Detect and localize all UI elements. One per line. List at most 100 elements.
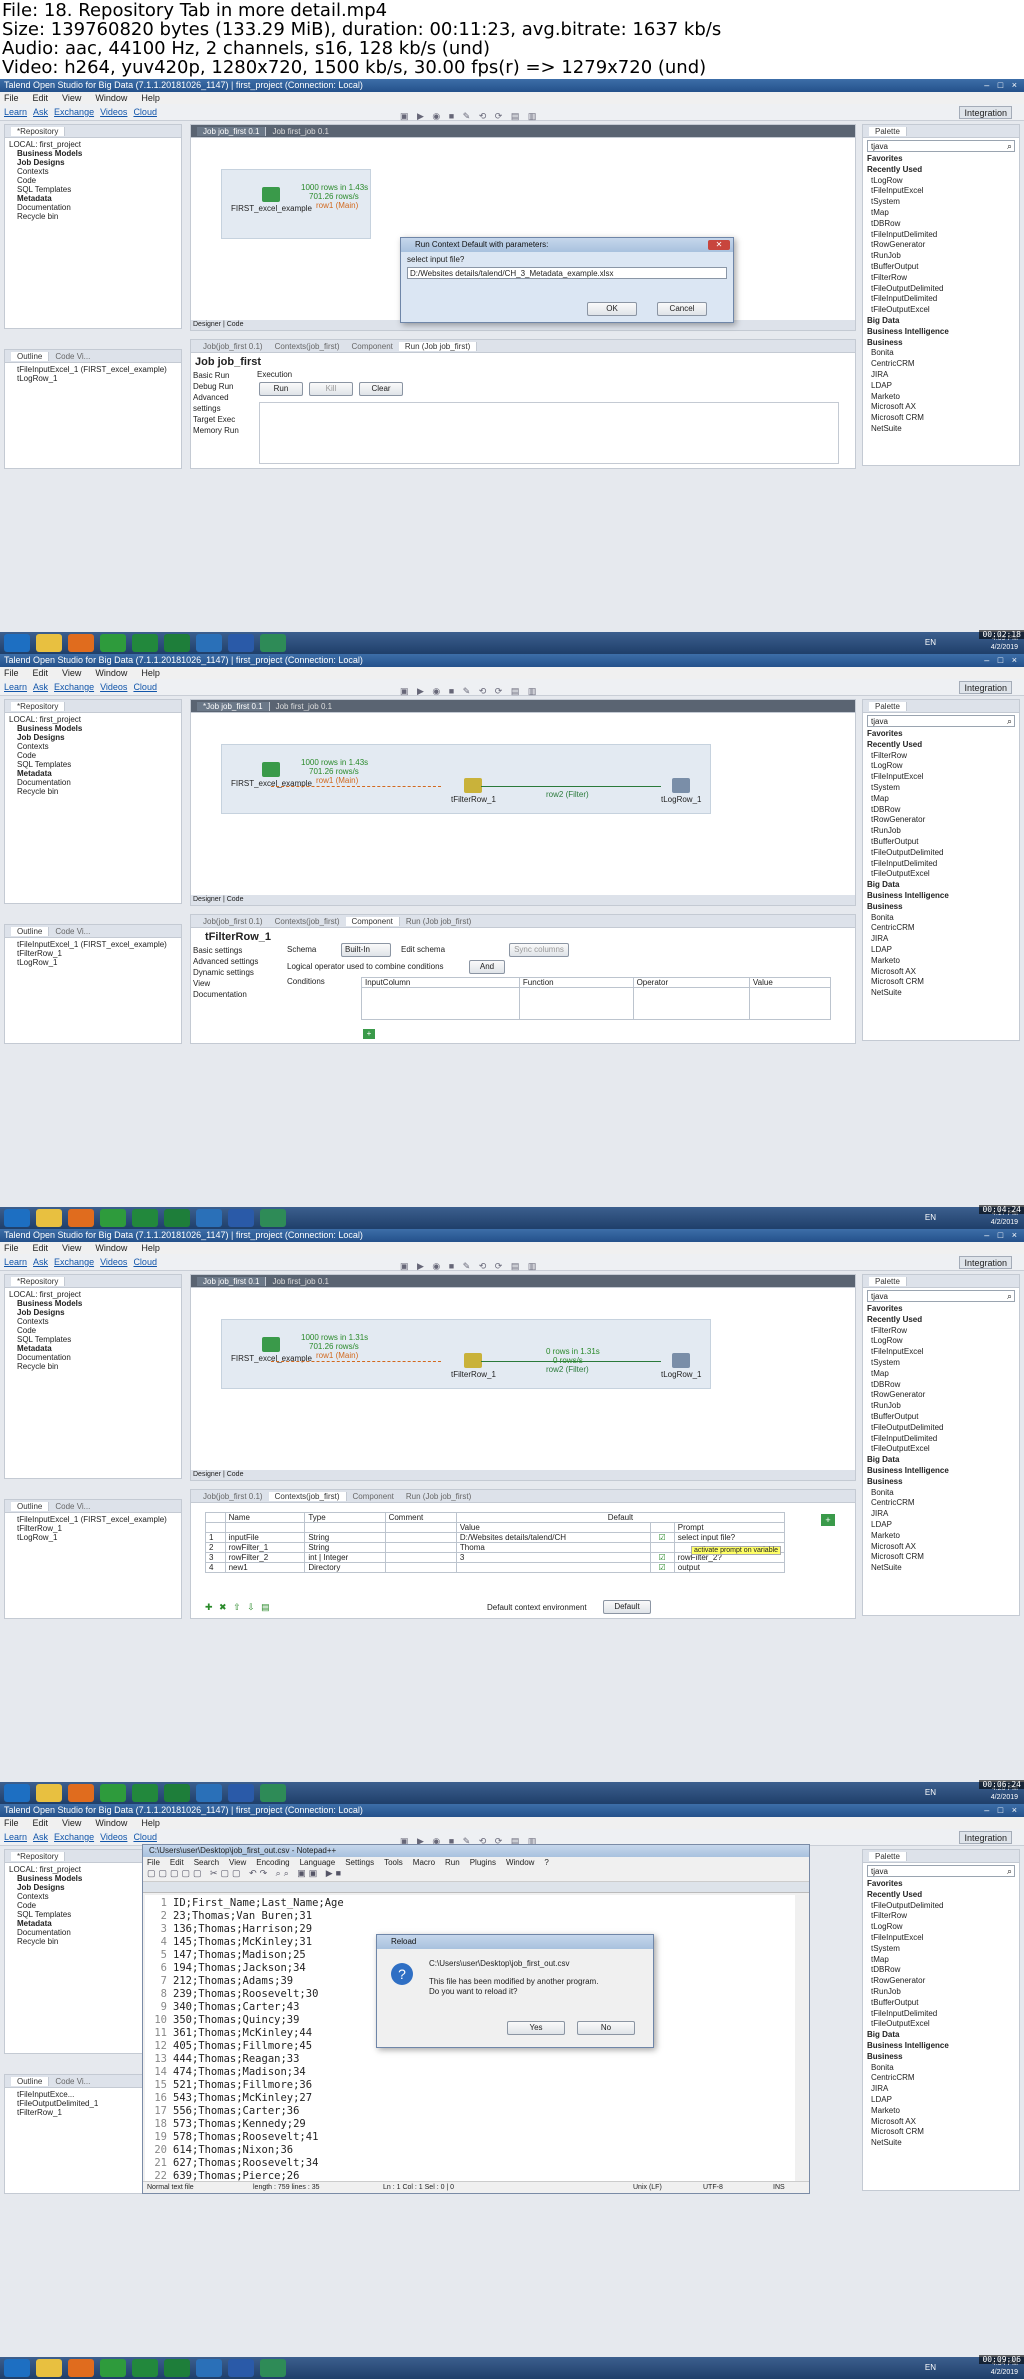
palette-family[interactable]: Microsoft AX bbox=[863, 402, 1019, 413]
palette-search-input[interactable]: tjava ⌕ bbox=[867, 1865, 1015, 1877]
taskbar-app-icon[interactable] bbox=[164, 1784, 190, 1802]
taskbar-app-icon[interactable] bbox=[4, 1209, 30, 1227]
palette-component[interactable]: tBufferOutput bbox=[863, 1998, 1019, 2009]
palette-component[interactable]: tFileInputDelimited bbox=[863, 2009, 1019, 2020]
comment-cell[interactable] bbox=[384, 1542, 457, 1553]
notepad-menu-item[interactable]: Language bbox=[300, 1858, 336, 1867]
outline-item[interactable]: tFileInputExcel_1 (FIRST_excel_example) bbox=[9, 940, 177, 949]
taskbar-app-icon[interactable] bbox=[68, 1784, 94, 1802]
taskbar-language[interactable]: EN bbox=[925, 2363, 936, 2372]
palette-family[interactable]: Bonita bbox=[863, 913, 1019, 924]
taskbar-language[interactable]: EN bbox=[925, 1788, 936, 1797]
palette-family[interactable]: Bonita bbox=[863, 1488, 1019, 1499]
component-side-item[interactable]: Documentation bbox=[193, 989, 278, 1000]
bottom-tab[interactable]: Job(job_first 0.1) bbox=[197, 342, 269, 351]
taskbar-app-icon[interactable] bbox=[4, 2359, 30, 2377]
input-component[interactable]: FIRST_excel_example bbox=[231, 187, 312, 213]
notepad-file-tabs[interactable] bbox=[143, 1882, 809, 1893]
palette-component[interactable]: tRowGenerator bbox=[863, 1976, 1019, 1987]
toolbar-icons[interactable]: ▣ ▶ ◉ ■ ✎ ⟲ ⟳ ▤ ▥ bbox=[400, 108, 539, 125]
menu-item[interactable]: Help bbox=[141, 1818, 160, 1828]
toolbar-link[interactable]: Ask bbox=[33, 1832, 48, 1842]
notepad-menu-item[interactable]: ? bbox=[544, 1858, 548, 1867]
run-side-item[interactable]: Debug Run bbox=[193, 381, 251, 392]
job-tab-active[interactable]: *Job job_first 0.1 bbox=[197, 702, 270, 711]
palette-component[interactable]: tDBRow bbox=[863, 1380, 1019, 1391]
palette-section[interactable]: Recently Used bbox=[863, 1315, 1019, 1326]
job-tab[interactable]: Job first_job 0.1 bbox=[266, 127, 334, 136]
context-variables-table[interactable]: Name Type Comment Default Value Prompt 1 inputF… bbox=[205, 1512, 786, 1573]
repo-tree-item[interactable]: SQL Templates bbox=[9, 760, 177, 769]
palette-component[interactable]: tSystem bbox=[863, 1358, 1019, 1369]
code-viewer-tab[interactable]: Code Vi... bbox=[49, 352, 96, 361]
repo-tree-item[interactable]: Code bbox=[9, 751, 177, 760]
run-side-item[interactable]: Advanced settings bbox=[193, 392, 251, 414]
component-side-item[interactable]: Advanced settings bbox=[193, 956, 278, 967]
palette-component[interactable]: tFilterRow bbox=[863, 751, 1019, 762]
context-cell-name[interactable]: inputFile bbox=[224, 1532, 306, 1543]
filter-component[interactable]: tFilterRow_1 bbox=[451, 778, 496, 804]
palette-family[interactable]: LDAP bbox=[863, 945, 1019, 956]
palette-family[interactable]: Microsoft AX bbox=[863, 2117, 1019, 2128]
notepad-menu-item[interactable]: Window bbox=[506, 1858, 534, 1867]
designer-tab[interactable]: Designer bbox=[193, 1471, 221, 1478]
taskbar-app-icon[interactable] bbox=[260, 634, 286, 652]
palette-component[interactable]: tFileOutputExcel bbox=[863, 305, 1019, 316]
toolbar-link[interactable]: Learn bbox=[4, 1832, 27, 1842]
bottom-tab[interactable]: Job(job_first 0.1) bbox=[197, 917, 269, 926]
palette-search-input[interactable]: tjava ⌕ bbox=[867, 715, 1015, 727]
toolbar-link[interactable]: Learn bbox=[4, 1257, 27, 1267]
repo-tree-item[interactable]: Job Designs bbox=[9, 1308, 177, 1317]
palette-component[interactable]: tSystem bbox=[863, 783, 1019, 794]
integration-perspective-button[interactable]: Integration bbox=[959, 1831, 1012, 1844]
bottom-tab[interactable]: Component bbox=[345, 917, 400, 926]
palette-family[interactable]: Microsoft CRM bbox=[863, 977, 1019, 988]
palette-component[interactable]: tFileOutputDelimited bbox=[863, 1423, 1019, 1434]
palette-component[interactable]: tFileOutputExcel bbox=[863, 869, 1019, 880]
context-cell-name[interactable]: new1 bbox=[224, 1562, 306, 1573]
bottom-tab[interactable]: Component bbox=[346, 342, 399, 351]
palette-component[interactable]: tFileInputDelimited bbox=[863, 230, 1019, 241]
palette-family[interactable]: LDAP bbox=[863, 2095, 1019, 2106]
palette-section[interactable]: Business Intelligence bbox=[863, 2041, 1019, 2052]
search-icon[interactable]: ⌕ bbox=[1007, 716, 1012, 727]
outline-item[interactable]: tFileInputExcel_1 (FIRST_excel_example) bbox=[9, 1515, 177, 1524]
toolbar-link[interactable]: Learn bbox=[4, 107, 27, 117]
notepad-menu-item[interactable]: Edit bbox=[170, 1858, 184, 1867]
search-icon[interactable]: ⌕ bbox=[1007, 141, 1012, 152]
taskbar-app-icon[interactable] bbox=[260, 1784, 286, 1802]
outline-item[interactable]: tLogRow_1 bbox=[9, 374, 177, 383]
conditions-table[interactable]: InputColumn Function Operator Value bbox=[361, 977, 832, 1020]
repo-tree-item[interactable]: Documentation bbox=[9, 203, 177, 212]
repo-tree-item[interactable]: Metadata bbox=[9, 769, 177, 778]
palette-family[interactable]: Bonita bbox=[863, 2063, 1019, 2074]
palette-component[interactable]: tBufferOutput bbox=[863, 262, 1019, 273]
repo-tree-item[interactable]: Documentation bbox=[9, 1353, 177, 1362]
palette-family[interactable]: Microsoft CRM bbox=[863, 413, 1019, 424]
palette-family[interactable]: NetSuite bbox=[863, 1563, 1019, 1574]
comment-cell[interactable] bbox=[384, 1532, 457, 1543]
notepad-menu-item[interactable]: Tools bbox=[384, 1858, 403, 1867]
repo-tree-item[interactable]: Contexts bbox=[9, 742, 177, 751]
palette-section[interactable]: Big Data bbox=[863, 880, 1019, 891]
repository-tab-label[interactable]: *Repository bbox=[11, 702, 66, 711]
palette-component[interactable]: tFileInputExcel bbox=[863, 772, 1019, 783]
menu-item[interactable]: View bbox=[62, 1818, 81, 1828]
palette-family[interactable]: LDAP bbox=[863, 1520, 1019, 1531]
taskbar-app-icon[interactable] bbox=[4, 1784, 30, 1802]
context-cell-type[interactable]: String bbox=[304, 1532, 386, 1543]
job-tab-active[interactable]: Job job_first 0.1 bbox=[197, 1277, 267, 1286]
palette-component[interactable]: tRunJob bbox=[863, 251, 1019, 262]
taskbar-app-icon[interactable] bbox=[132, 634, 158, 652]
taskbar-app-icon[interactable] bbox=[68, 1209, 94, 1227]
logical-operator-select[interactable]: And bbox=[469, 960, 505, 974]
prompt-checkbox[interactable]: ☑ bbox=[649, 1552, 675, 1563]
menu-item[interactable]: View bbox=[62, 1243, 81, 1253]
run-button[interactable]: Run bbox=[259, 382, 303, 396]
integration-perspective-button[interactable]: Integration bbox=[959, 106, 1012, 119]
palette-family[interactable]: Microsoft AX bbox=[863, 967, 1019, 978]
palette-component[interactable]: tLogRow bbox=[863, 761, 1019, 772]
palette-family[interactable]: Bonita bbox=[863, 348, 1019, 359]
taskbar-app-icon[interactable] bbox=[132, 1209, 158, 1227]
taskbar-app-icon[interactable] bbox=[132, 1784, 158, 1802]
